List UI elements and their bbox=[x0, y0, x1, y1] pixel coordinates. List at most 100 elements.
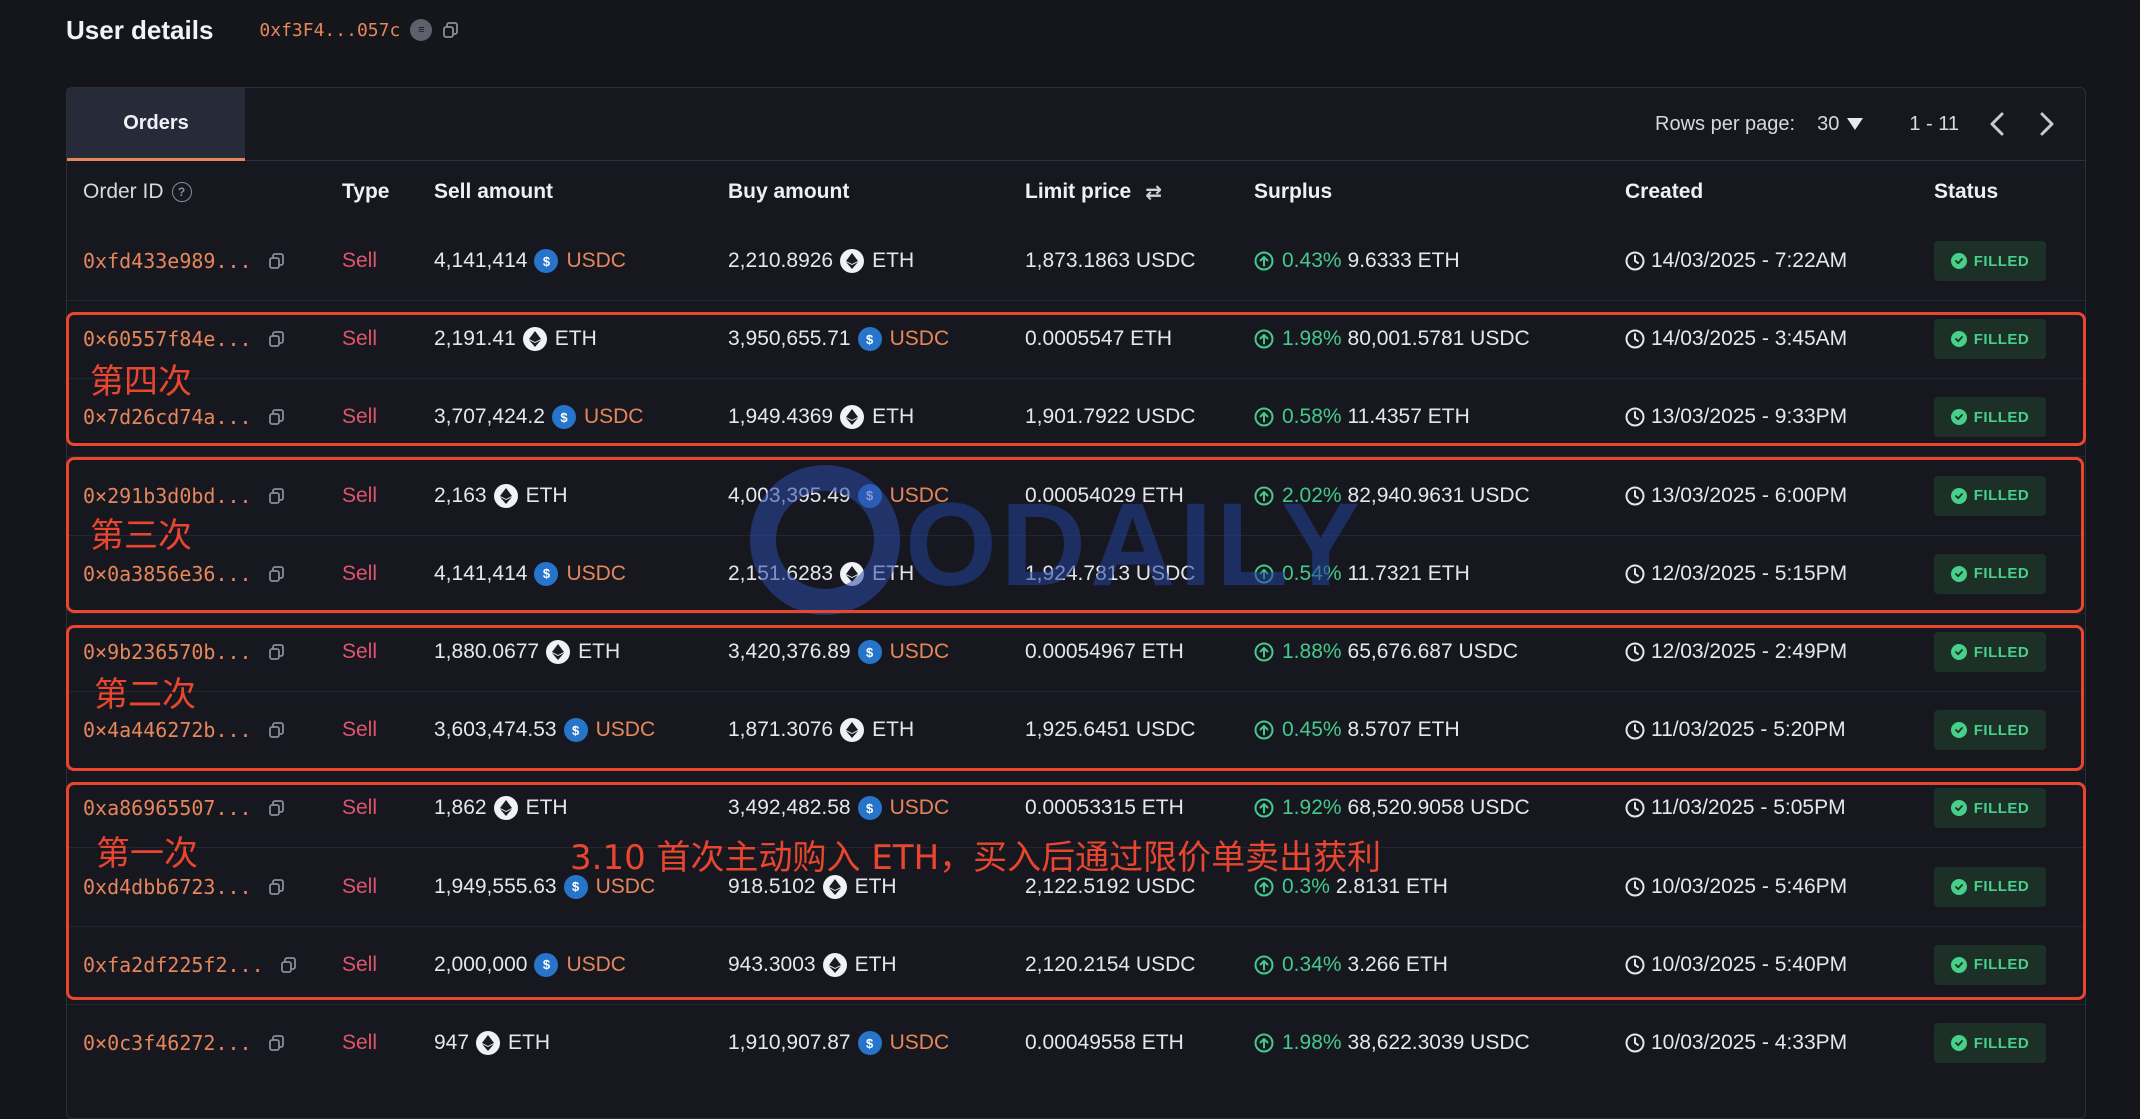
sell-token[interactable]: ETH bbox=[578, 640, 620, 664]
annotation-note: 3.10 首次主动购入 ETH，买入后通过限价单卖出获利 bbox=[570, 838, 1382, 878]
buy-token[interactable]: ETH bbox=[872, 718, 914, 742]
buy-token[interactable]: ETH bbox=[872, 562, 914, 586]
surplus-amount: 3.266 ETH bbox=[1347, 952, 1448, 976]
rows-per-page-select[interactable]: 30 bbox=[1817, 112, 1864, 136]
buy-token[interactable]: USDC bbox=[890, 484, 950, 508]
surplus-cell: 0.34% 3.266 ETH bbox=[1254, 926, 1448, 1004]
sell-amount: 1,949,555.63 bbox=[434, 874, 557, 898]
eth-icon bbox=[493, 483, 518, 508]
page-header: User details 0xf3F4...057c ≡ bbox=[66, 10, 460, 50]
order-id-link[interactable]: 0xfa2df225f2... bbox=[83, 953, 264, 977]
arrow-up-circle-icon bbox=[1254, 955, 1274, 975]
buy-token[interactable]: USDC bbox=[890, 327, 950, 351]
created-cell: 11/03/2025 - 5:05PM bbox=[1625, 769, 1846, 847]
copy-icon[interactable] bbox=[268, 1034, 286, 1052]
order-id-link[interactable]: 0×7d26cd74a... bbox=[83, 405, 252, 429]
buy-token[interactable]: ETH bbox=[855, 953, 897, 977]
table-row[interactable]: 0×0a3856e36... Sell 4,141,414 $ USDC 2,151.62… bbox=[67, 535, 2085, 614]
sell-amount-cell: 4,141,414 $ USDC bbox=[434, 535, 626, 613]
status-cell: FILLED bbox=[1934, 222, 2046, 300]
eth-icon bbox=[522, 327, 547, 352]
buy-token[interactable]: USDC bbox=[890, 1031, 950, 1055]
sell-amount-cell: 2,000,000 $ USDC bbox=[434, 926, 626, 1004]
surplus-amount: 80,001.5781 USDC bbox=[1347, 327, 1530, 351]
buy-token[interactable]: ETH bbox=[872, 249, 914, 273]
copy-icon[interactable] bbox=[268, 878, 286, 896]
table-row[interactable]: 0×0c3f46272... Sell 947 ETH 1,910,907.87 $ USD… bbox=[67, 1004, 2085, 1082]
sell-amount: 947 bbox=[434, 1031, 470, 1054]
status-label: FILLED bbox=[1973, 1034, 2030, 1052]
status-label: FILLED bbox=[1973, 408, 2030, 426]
order-type: Sell bbox=[342, 640, 378, 663]
order-id-link[interactable]: 0xfd433e989... bbox=[83, 249, 252, 273]
buy-token[interactable]: USDC bbox=[890, 640, 950, 664]
table-row[interactable]: 0×9b236570b... Sell 1,880.0677 ETH 3,420,376… bbox=[67, 613, 2085, 692]
copy-icon[interactable] bbox=[268, 330, 286, 348]
sell-token[interactable]: ETH bbox=[526, 484, 568, 508]
copy-icon[interactable] bbox=[268, 487, 286, 505]
buy-amount-cell: 4,003,395.49 $ USDC bbox=[728, 457, 949, 535]
table-row[interactable]: 0×4a446272b... Sell 3,603,474.53 $ USDC 1,871… bbox=[67, 691, 2085, 771]
col-status: Status bbox=[1934, 180, 1999, 203]
chevron-left-icon[interactable] bbox=[1985, 109, 2009, 139]
table-row[interactable]: 0xfd433e989... Sell 4,141,414 $ USDC 2,210.89… bbox=[67, 222, 2085, 301]
rows-per-page-value: 30 bbox=[1817, 112, 1840, 135]
chevron-right-icon[interactable] bbox=[2035, 109, 2059, 139]
eth-icon bbox=[546, 640, 571, 664]
copy-icon[interactable] bbox=[268, 565, 286, 583]
buy-token[interactable]: USDC bbox=[890, 796, 950, 820]
status-cell: FILLED bbox=[1934, 613, 2046, 691]
created-date: 13/03/2025 - 6:00PM bbox=[1651, 483, 1848, 507]
usdc-icon: $ bbox=[857, 327, 882, 352]
table-row[interactable]: 0×7d26cd74a... Sell 3,707,424.2 $ USDC 1,949.… bbox=[67, 378, 2085, 458]
copy-icon[interactable] bbox=[268, 643, 286, 661]
explorer-logo-icon[interactable]: ≡ bbox=[410, 19, 433, 41]
status-badge: FILLED bbox=[1934, 241, 2046, 281]
user-address[interactable]: 0xf3F4...057c bbox=[259, 20, 400, 41]
order-id-link[interactable]: 0×0a3856e36... bbox=[83, 562, 252, 586]
usdc-icon: $ bbox=[857, 483, 882, 508]
copy-icon[interactable] bbox=[268, 408, 286, 426]
clock-icon bbox=[1625, 798, 1645, 818]
check-circle-icon bbox=[1950, 1035, 1967, 1051]
sell-token[interactable]: USDC bbox=[566, 562, 626, 586]
surplus-percent: 1.98% bbox=[1282, 327, 1342, 351]
order-id-link[interactable]: 0×0c3f46272... bbox=[83, 1031, 252, 1055]
created-date: 14/03/2025 - 7:22AM bbox=[1651, 249, 1848, 272]
sell-token[interactable]: ETH bbox=[555, 327, 597, 351]
surplus-percent: 0.58% bbox=[1282, 405, 1342, 429]
buy-token[interactable]: ETH bbox=[872, 405, 914, 429]
sell-token[interactable]: USDC bbox=[566, 953, 626, 977]
order-id-link[interactable]: 0×4a446272b... bbox=[83, 718, 252, 742]
copy-icon[interactable] bbox=[268, 721, 286, 739]
table-row[interactable]: 0×291b3d0bd... Sell 2,163 ETH 4,003,395.49 $ U… bbox=[67, 457, 2085, 536]
surplus-cell: 0.54% 11.7321 ETH bbox=[1254, 535, 1470, 613]
order-id-link[interactable]: 0×291b3d0bd... bbox=[83, 484, 252, 508]
help-icon[interactable]: ? bbox=[171, 182, 192, 202]
order-id-link[interactable]: 0xd4dbb6723... bbox=[83, 875, 252, 899]
copy-icon[interactable] bbox=[268, 252, 286, 270]
order-id-link[interactable]: 0×9b236570b... bbox=[83, 640, 252, 664]
surplus-percent: 0.45% bbox=[1282, 718, 1342, 742]
copy-icon[interactable] bbox=[280, 956, 298, 974]
surplus-percent: 2.02% bbox=[1282, 483, 1342, 507]
order-id-link[interactable]: 0xa86965507... bbox=[83, 796, 252, 820]
sell-token[interactable]: USDC bbox=[584, 405, 644, 429]
table-row[interactable]: 0×60557f84e... Sell 2,191.41 ETH 3,950,655.7… bbox=[67, 300, 2085, 380]
surplus-cell: 0.43% 9.6333 ETH bbox=[1254, 222, 1460, 300]
copy-icon[interactable] bbox=[442, 21, 460, 39]
sell-token[interactable]: ETH bbox=[526, 796, 568, 820]
order-id-link[interactable]: 0×60557f84e... bbox=[83, 327, 252, 351]
copy-icon[interactable] bbox=[268, 799, 286, 817]
sell-token[interactable]: USDC bbox=[596, 718, 656, 742]
created-date: 10/03/2025 - 5:46PM bbox=[1651, 874, 1848, 898]
annotation-second: 第二次 bbox=[94, 675, 196, 715]
table-row[interactable]: 0xfa2df225f2... Sell 2,000,000 $ USDC 943.300… bbox=[67, 926, 2085, 1005]
swap-arrows-icon[interactable]: ⇄ bbox=[1145, 180, 1162, 205]
col-order-id: Order ID ? bbox=[83, 162, 192, 222]
sell-token[interactable]: USDC bbox=[566, 249, 626, 273]
sell-token[interactable]: ETH bbox=[508, 1031, 550, 1055]
order-id-cell: 0xfa2df225f2... bbox=[83, 926, 298, 1004]
tab-orders[interactable]: Orders bbox=[67, 88, 245, 161]
arrow-up-circle-icon bbox=[1254, 1033, 1274, 1053]
